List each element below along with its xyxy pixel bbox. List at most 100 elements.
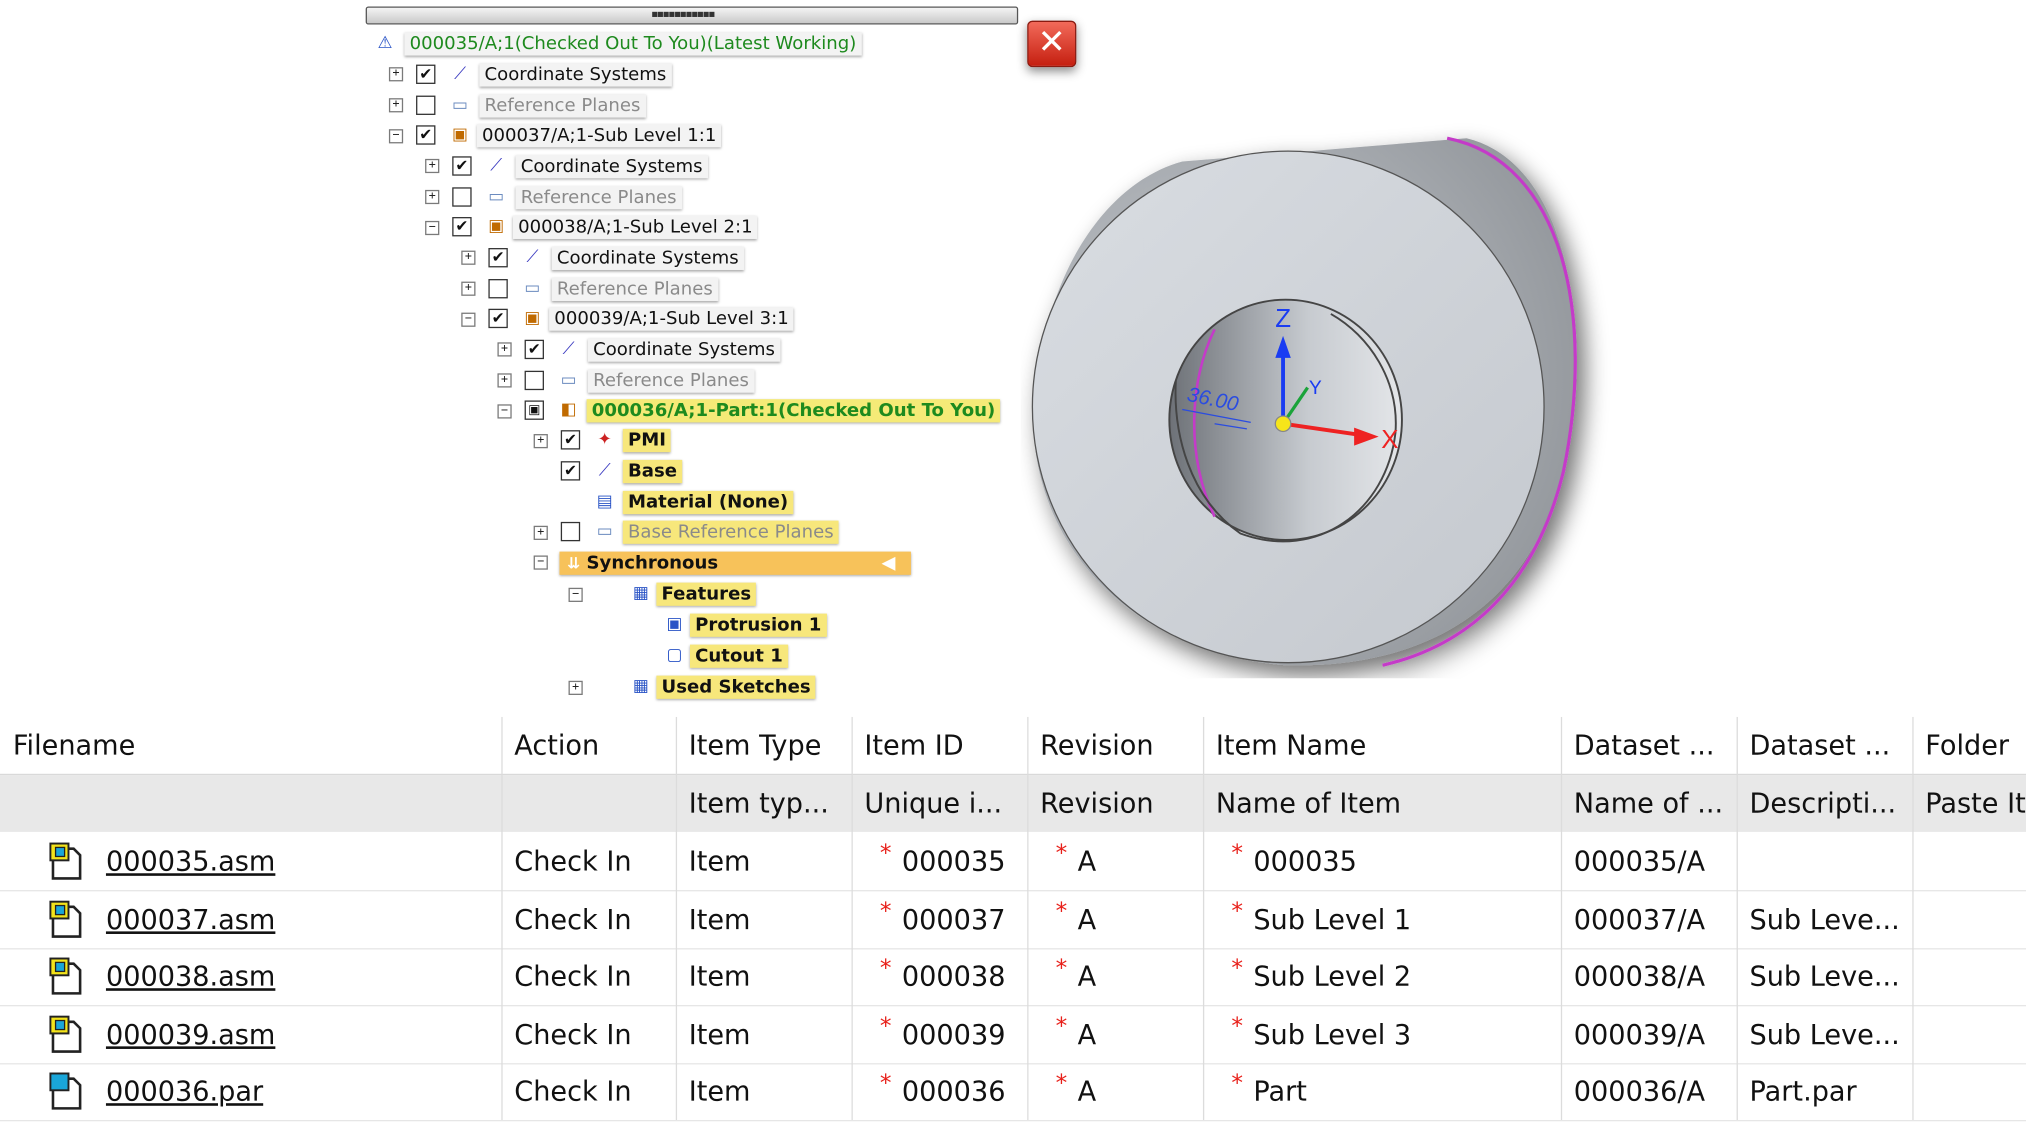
visibility-checkbox[interactable]: ✔ — [488, 308, 508, 329]
panel-drag-handle[interactable]: ▪▪▪▪▪▪▪▪▪▪▪ — [365, 6, 1019, 25]
column-header[interactable]: Dataset ... — [1561, 717, 1737, 774]
cell-dataset-desc[interactable]: Part.par — [1737, 1064, 1913, 1121]
column-divider[interactable] — [1912, 716, 1914, 1120]
cell-action[interactable]: Check In — [501, 1064, 675, 1121]
cell-item-name[interactable]: * Sub Level 1 — [1203, 891, 1561, 948]
cell-dataset-desc[interactable] — [1737, 833, 1913, 890]
cell-revision[interactable]: * A — [1027, 1064, 1203, 1121]
cell-dataset-desc[interactable]: Sub Leve... — [1737, 948, 1913, 1005]
cell-item-id[interactable]: * 000039 — [851, 1006, 1027, 1063]
tree-label[interactable]: Reference Planes — [515, 186, 682, 210]
tree-label[interactable]: Material (None) — [622, 490, 794, 515]
visibility-checkbox[interactable]: ✔ — [452, 217, 472, 237]
visibility-checkbox[interactable]: ✔ — [524, 339, 544, 360]
cell-item-id[interactable]: * 000038 — [851, 948, 1027, 1005]
filename-link[interactable]: 000038.asm — [93, 948, 494, 1005]
tree-label[interactable]: Base — [622, 459, 683, 484]
column-header[interactable]: Folder — [1912, 717, 2026, 774]
cell-item-id[interactable]: * 000035 — [851, 833, 1027, 890]
tree-label[interactable]: Used Sketches — [656, 675, 816, 699]
cell-dataset-name[interactable]: 000038/A — [1561, 948, 1737, 1005]
collapse-icon[interactable]: − — [425, 220, 440, 236]
model-3d-view[interactable]: X Z Y 36.00 — [1021, 123, 1635, 678]
column-header[interactable]: Action — [501, 717, 675, 774]
visibility-checkbox[interactable]: ✔ — [560, 430, 581, 450]
cell-revision[interactable]: * A — [1027, 948, 1203, 1005]
tree-label[interactable]: Coordinate Systems — [515, 155, 708, 179]
cell-dataset-name[interactable]: 000036/A — [1561, 1064, 1737, 1121]
cell-item-name[interactable]: * Sub Level 3 — [1203, 1006, 1561, 1063]
tree-label[interactable]: Coordinate Systems — [479, 63, 672, 87]
cell-action[interactable]: Check In — [501, 1006, 675, 1063]
cell-item-type[interactable]: Item — [676, 1064, 852, 1121]
filename-link[interactable]: 000036.par — [93, 1064, 494, 1121]
table-row[interactable]: 000039.asm Check In Item * 000039 * A * Sub Leve… — [0, 1006, 2026, 1065]
expand-icon[interactable]: + — [425, 189, 440, 205]
tree-label[interactable]: Reference Planes — [587, 369, 755, 393]
column-divider[interactable] — [675, 716, 678, 1120]
visibility-checkbox[interactable] — [488, 279, 508, 299]
column-divider[interactable] — [501, 716, 503, 1120]
filename-link[interactable]: 000039.asm — [93, 1006, 494, 1063]
expand-icon[interactable]: + — [497, 342, 512, 357]
cell-action[interactable]: Check In — [501, 948, 675, 1005]
expand-icon[interactable]: + — [461, 281, 476, 296]
cell-folder[interactable] — [1912, 891, 2026, 948]
filename-link[interactable]: 000035.asm — [93, 833, 494, 890]
visibility-checkbox[interactable]: ✔ — [488, 248, 508, 268]
expand-icon[interactable]: + — [533, 434, 548, 449]
column-header[interactable]: Item ID — [851, 717, 1027, 774]
cell-revision[interactable]: * A — [1027, 1006, 1203, 1063]
table-row[interactable]: 000036.par Check In Item * 000036 * A * Part 0000… — [0, 1064, 2026, 1122]
cell-item-type[interactable]: Item — [676, 1006, 852, 1063]
expand-icon[interactable]: + — [568, 680, 583, 695]
expand-icon[interactable]: + — [497, 373, 512, 388]
synchronous-row[interactable]: ⇊ Synchronous ◀ — [559, 551, 911, 575]
expand-icon[interactable]: + — [388, 98, 404, 113]
visibility-checkbox[interactable] — [416, 95, 436, 115]
part-state-box[interactable]: ▣ — [524, 400, 544, 420]
tree-label[interactable]: 000037/A;1-Sub Level 1:1 — [476, 124, 722, 148]
cell-item-type[interactable]: Item — [676, 891, 852, 948]
tree-label[interactable]: 000038/A;1-Sub Level 2:1 — [512, 215, 758, 239]
column-divider[interactable] — [1027, 716, 1029, 1120]
visibility-checkbox[interactable]: ✔ — [416, 64, 436, 84]
cell-folder[interactable] — [1912, 1064, 2026, 1121]
cell-dataset-name[interactable]: 000035/A — [1561, 833, 1737, 890]
expand-icon[interactable]: + — [388, 67, 404, 82]
cell-item-name[interactable]: * 000035 — [1203, 833, 1561, 890]
close-icon[interactable]: ✕ — [1027, 20, 1077, 68]
visibility-checkbox[interactable]: ✔ — [452, 156, 472, 176]
collapse-icon[interactable]: − — [533, 555, 548, 570]
tree-label[interactable]: Reference Planes — [551, 277, 718, 301]
column-header[interactable]: Item Type — [676, 717, 852, 774]
cell-dataset-name[interactable]: 000037/A — [1561, 891, 1737, 948]
cell-dataset-desc[interactable]: Sub Leve... — [1737, 1006, 1913, 1063]
cell-folder[interactable] — [1912, 833, 2026, 890]
tree-label[interactable]: PMI — [622, 428, 672, 453]
column-divider[interactable] — [1560, 716, 1563, 1120]
cell-item-name[interactable]: * Sub Level 2 — [1203, 948, 1561, 1005]
tree-label[interactable]: Protrusion 1 — [689, 613, 827, 637]
tree-label[interactable]: 000039/A;1-Sub Level 3:1 — [549, 307, 794, 331]
visibility-checkbox[interactable]: ✔ — [560, 461, 581, 481]
column-header[interactable]: Revision — [1027, 717, 1203, 774]
cell-folder[interactable] — [1912, 948, 2026, 1005]
cell-item-type[interactable]: Item — [676, 948, 852, 1005]
tree-label[interactable]: Cutout 1 — [689, 644, 788, 668]
table-row[interactable]: 000035.asm Check In Item * 000035 * A * 000035 00… — [0, 833, 2026, 892]
expand-icon[interactable]: + — [425, 158, 440, 174]
cell-action[interactable]: Check In — [501, 891, 675, 948]
cell-item-type[interactable]: Item — [676, 833, 852, 890]
tree-label[interactable]: Features — [656, 582, 757, 606]
tree-label[interactable]: Coordinate Systems — [551, 246, 744, 270]
cell-dataset-desc[interactable]: Sub Leve... — [1737, 891, 1913, 948]
column-header[interactable]: Filename — [0, 717, 501, 774]
table-row[interactable]: 000037.asm Check In Item * 000037 * A * Sub Leve… — [0, 891, 2026, 949]
visibility-checkbox[interactable] — [524, 370, 544, 391]
tree-label[interactable]: 000036/A;1-Part:1(Checked Out To You) — [586, 399, 1001, 423]
column-header[interactable]: Item Name — [1203, 717, 1561, 774]
cell-action[interactable]: Check In — [501, 833, 675, 890]
visibility-checkbox[interactable]: ✔ — [416, 125, 436, 145]
collapse-icon[interactable]: − — [568, 587, 583, 602]
